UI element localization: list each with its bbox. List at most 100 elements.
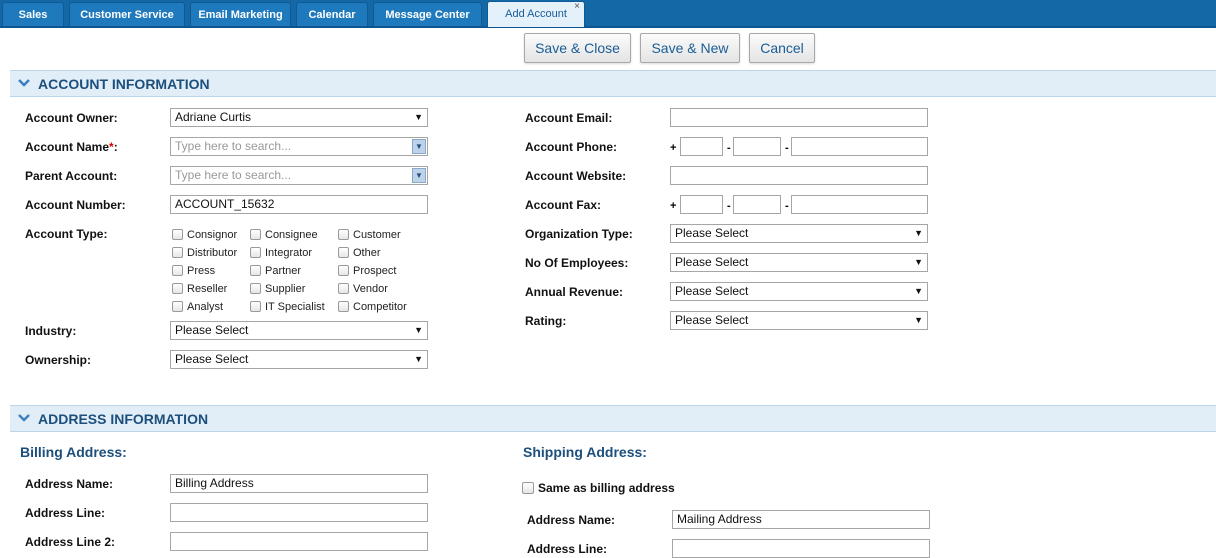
account-email-label: Account Email: (525, 111, 613, 125)
tab-message-center[interactable]: Message Center (373, 2, 482, 26)
phone-dash: - (785, 142, 789, 154)
same-as-billing-checkbox[interactable] (522, 482, 534, 494)
account-owner-value: Adriane Curtis (175, 110, 252, 124)
tab-add-account[interactable]: Add Account × (487, 1, 585, 27)
tab-email-marketing[interactable]: Email Marketing (190, 2, 291, 26)
tab-sales[interactable]: Sales (2, 2, 64, 26)
checkbox-label: Partner (265, 265, 302, 277)
checkbox-reseller[interactable] (172, 283, 183, 294)
account-website-input[interactable] (670, 166, 928, 185)
checkbox-label: Customer (353, 229, 401, 241)
account-owner-label: Account Owner: (25, 111, 118, 125)
shipping-address-heading: Shipping Address: (523, 444, 647, 460)
dropdown-arrow-icon: ▼ (914, 315, 923, 325)
tab-add-account-label: Add Account (505, 8, 567, 20)
cancel-button[interactable]: Cancel (749, 33, 815, 63)
billing-address-line2-input[interactable] (170, 532, 428, 551)
account-phone-label: Account Phone: (525, 140, 617, 154)
checkbox-label: Vendor (353, 283, 388, 295)
checkbox-press[interactable] (172, 265, 183, 276)
checkbox-label: Competitor (353, 301, 407, 313)
checkbox-consignee[interactable] (250, 229, 261, 240)
shipping-address-name-input[interactable]: Mailing Address (672, 510, 930, 529)
checkbox-label: Other (353, 247, 381, 259)
billing-address-name-input[interactable]: Billing Address (170, 474, 428, 493)
rating-select[interactable]: Please Select ▼ (670, 311, 928, 330)
fax-number-input[interactable] (791, 195, 928, 214)
dropdown-arrow-icon: ▼ (914, 228, 923, 238)
checkbox-distributor[interactable] (172, 247, 183, 258)
tab-customer-service[interactable]: Customer Service (69, 2, 185, 26)
industry-value: Please Select (175, 323, 249, 337)
billing-address-name-label: Address Name: (25, 477, 114, 491)
checkbox-analyst[interactable] (172, 301, 183, 312)
phone-dash: - (727, 142, 731, 154)
checkbox-label: Supplier (265, 283, 306, 295)
checkbox-it-specialist[interactable] (250, 301, 261, 312)
account-name-label: Account Name*: (25, 140, 118, 154)
no-of-employees-value: Please Select (675, 255, 749, 269)
checkbox-competitor[interactable] (338, 301, 349, 312)
shipping-address-line-input[interactable] (672, 539, 930, 558)
rating-label: Rating: (525, 314, 567, 328)
chevron-down-icon[interactable] (18, 76, 30, 92)
industry-select[interactable]: Please Select ▼ (170, 321, 428, 340)
checkbox-other[interactable] (338, 247, 349, 258)
checkbox-label: Consignor (187, 229, 238, 241)
dropdown-toggle-icon[interactable]: ▼ (412, 168, 426, 183)
checkbox-partner[interactable] (250, 265, 261, 276)
save-close-button[interactable]: Save & Close (524, 33, 631, 63)
dropdown-arrow-icon: ▼ (414, 354, 423, 364)
section-title: ACCOUNT INFORMATION (38, 76, 210, 92)
close-icon[interactable]: × (574, 0, 580, 19)
account-email-input[interactable] (670, 108, 928, 127)
checkbox-label: Press (187, 265, 216, 277)
chevron-down-icon[interactable] (18, 411, 30, 427)
dropdown-arrow-icon: ▼ (414, 325, 423, 335)
billing-address-line2-label: Address Line 2: (25, 535, 116, 549)
dropdown-toggle-icon[interactable]: ▼ (412, 139, 426, 154)
parent-account-label: Parent Account: (25, 169, 118, 183)
checkbox-supplier[interactable] (250, 283, 261, 294)
annual-revenue-select[interactable]: Please Select ▼ (670, 282, 928, 301)
ownership-select[interactable]: Please Select ▼ (170, 350, 428, 369)
phone-area-code-input[interactable] (733, 137, 781, 156)
industry-label: Industry: (25, 324, 77, 338)
organization-type-select[interactable]: Please Select ▼ (670, 224, 928, 243)
tab-bar: Sales Customer Service Email Marketing C… (0, 0, 1216, 28)
tab-calendar[interactable]: Calendar (296, 2, 368, 26)
checkbox-label: Distributor (187, 247, 238, 259)
account-name-search-input[interactable]: Type here to search... ▼ (170, 137, 428, 156)
checkbox-vendor[interactable] (338, 283, 349, 294)
billing-address-line-input[interactable] (170, 503, 428, 522)
organization-type-label: Organization Type: (525, 227, 633, 241)
account-number-input[interactable]: ACCOUNT_15632 (170, 195, 428, 214)
label-colon: : (113, 140, 118, 154)
parent-account-search-input[interactable]: Type here to search... ▼ (170, 166, 428, 185)
account-website-label: Account Website: (525, 169, 627, 183)
checkbox-customer[interactable] (338, 229, 349, 240)
annual-revenue-label: Annual Revenue: (525, 285, 624, 299)
checkbox-consignor[interactable] (172, 229, 183, 240)
account-number-label: Account Number: (25, 198, 126, 212)
phone-number-input[interactable] (791, 137, 928, 156)
fax-country-code-input[interactable] (680, 195, 723, 214)
account-information-header[interactable]: ACCOUNT INFORMATION (10, 70, 1216, 97)
checkbox-prospect[interactable] (338, 265, 349, 276)
billing-address-heading: Billing Address: (20, 444, 127, 460)
phone-country-code-input[interactable] (680, 137, 723, 156)
fax-dash: - (785, 200, 789, 212)
ownership-value: Please Select (175, 352, 249, 366)
checkbox-label: IT Specialist (265, 301, 325, 313)
address-information-header[interactable]: ADDRESS INFORMATION (10, 405, 1216, 432)
save-new-button[interactable]: Save & New (640, 33, 740, 63)
organization-type-value: Please Select (675, 226, 749, 240)
account-owner-select[interactable]: Adriane Curtis ▼ (170, 108, 428, 127)
checkbox-label: Prospect (353, 265, 397, 277)
fax-area-code-input[interactable] (733, 195, 781, 214)
dropdown-arrow-icon: ▼ (914, 257, 923, 267)
fax-plus-sign: + (670, 200, 677, 212)
section-title: ADDRESS INFORMATION (38, 411, 209, 427)
checkbox-integrator[interactable] (250, 247, 261, 258)
no-of-employees-select[interactable]: Please Select ▼ (670, 253, 928, 272)
